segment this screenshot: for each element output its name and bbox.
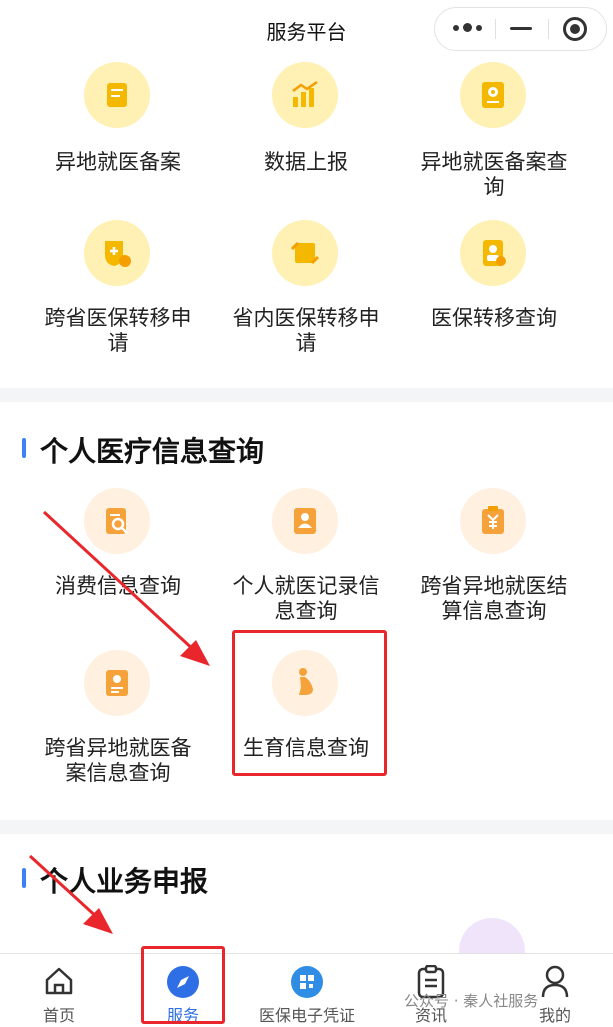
arrow-line [42, 510, 198, 654]
arrowhead [180, 640, 210, 666]
arrow-line [28, 854, 102, 922]
arrowhead [83, 908, 113, 934]
page: 服务平台 异地就医备案 数据上报 异地就医备案查 询 跨省医保转移申 请 省内医… [0, 0, 613, 1027]
annotation-arrows [28, 510, 210, 934]
watermark: 公众号 · 秦人社服务 [404, 992, 539, 1010]
